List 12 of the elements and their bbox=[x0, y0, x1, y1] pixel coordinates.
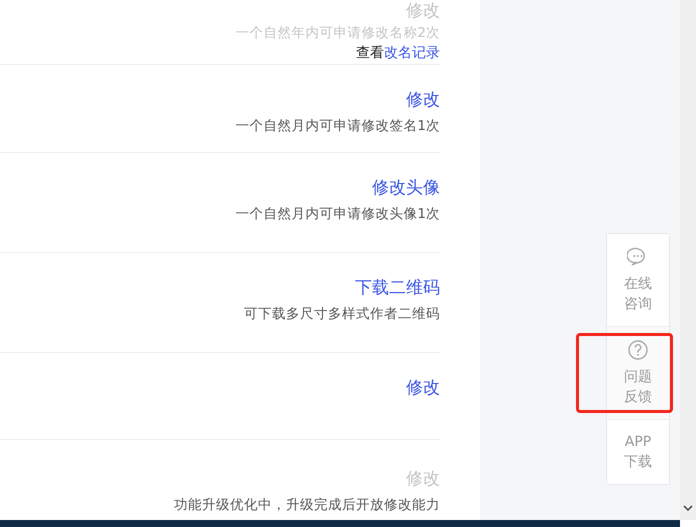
help-icon bbox=[627, 339, 649, 361]
limit-description: 一个自然年内可申请修改名称2次 bbox=[235, 24, 440, 42]
edit-link[interactable]: 修改 bbox=[406, 89, 440, 111]
limit-description: 一个自然月内可申请修改头像1次 bbox=[235, 205, 440, 223]
limit-description: 可下载多尺寸多样式作者二维码 bbox=[244, 304, 440, 323]
edit-link[interactable]: 下载二维码 bbox=[355, 276, 440, 299]
edit-link[interactable]: 修改头像 bbox=[372, 177, 440, 199]
limit-description: 功能升级优化中，升级完成后开放修改能力 bbox=[174, 496, 440, 514]
edit-link[interactable]: 修改 bbox=[406, 376, 440, 399]
limit-description: 一个自然月内可申请修改签名1次 bbox=[235, 117, 440, 135]
scroll-down-icon[interactable] bbox=[683, 504, 693, 512]
rename-history-note: 查看改名记录 bbox=[356, 44, 440, 62]
